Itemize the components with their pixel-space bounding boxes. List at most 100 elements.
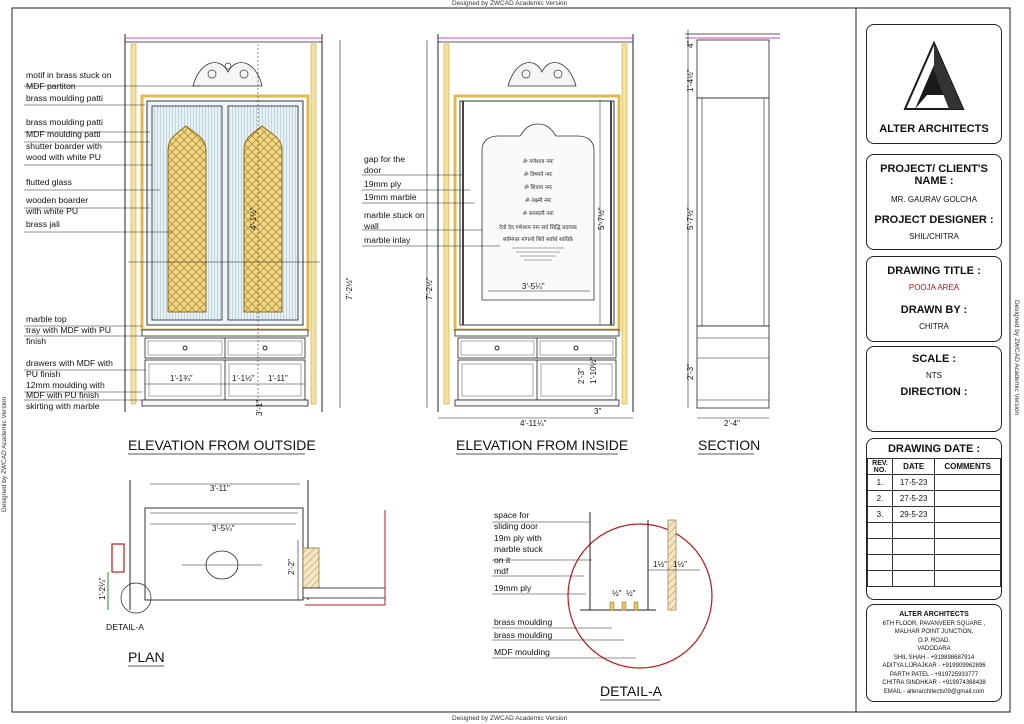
dim-plan-w1: 3'-11" (210, 484, 230, 493)
contact-address-3: O.P. ROAD, (918, 637, 950, 644)
mantra-line-7: सर्वमंगल मांगल्ये शिवे सर्वार्थ साधिके (503, 236, 574, 243)
detail-label-sliding: sliding door (494, 521, 538, 531)
table-row: 1. 17-5-23 (867, 474, 1001, 491)
contact-firm: ALTER ARCHITECTS (899, 611, 969, 618)
contact-phone-4: CHITRA SINDHKAR - +919974368438 (882, 680, 986, 686)
label-marble-stuck-2: wall (363, 221, 379, 231)
label-gap-door-2: door (364, 165, 381, 175)
rev-comments (934, 506, 1001, 523)
dim-sec-top: 4" (686, 41, 695, 48)
label-wooden-border-2: with white PU (25, 206, 78, 216)
label-brass-jali: brass jali (26, 219, 60, 229)
title-plan: PLAN (128, 649, 165, 665)
dim-det-1: 1½" (653, 560, 667, 569)
drawn-by-value: CHITRA (919, 322, 949, 331)
title-detail-a: DETAIL-A (600, 683, 663, 699)
client-heading: PROJECT/ CLIENT'S NAME : (880, 163, 988, 187)
label-drawers: drawers with MDF with (26, 358, 113, 368)
dim-sec-h2: 5'-7½" (686, 207, 695, 230)
alter-architects-logo-icon (903, 40, 965, 110)
col-date: DATE (891, 458, 936, 475)
label-wooden-border: wooden boarder (25, 195, 88, 205)
mantra-line-3: ॐ शिवाय नमः (524, 184, 553, 191)
drawn-by-heading: DRAWN BY : (900, 304, 968, 316)
contact-panel: ALTER ARCHITECTS 6TH FLOOR, PAVANVEER SQ… (866, 604, 1002, 702)
rev-date: 27-5-23 (891, 490, 936, 507)
label-mdf-moulding: MDF moulding patti (26, 129, 101, 139)
label-moulding-2: MDF with PU finish (26, 390, 99, 400)
label-mdf-partition: MDF partiton (26, 81, 76, 91)
drawing-title-heading: DRAWING TITLE : (887, 265, 981, 277)
detail-label-on-it: on it (494, 555, 511, 565)
firm-name: ALTER ARCHITECTS (879, 123, 989, 135)
dim-in-right: 5'-7½" (597, 207, 606, 230)
date-panel: DRAWING DATE : REV. NO. DATE COMMENTS 1.… (866, 438, 1002, 600)
dim-in-marble: 3'-5¼" (522, 282, 545, 291)
label-gap-door: gap for the (364, 154, 405, 164)
table-row (867, 554, 1001, 571)
table-row (867, 538, 1001, 555)
drawing-panel: DRAWING TITLE : POOJA AREA DRAWN BY : CH… (866, 256, 1002, 342)
label-fluted-glass: flutted glass (26, 177, 72, 187)
label-skirting: skirting with marble (26, 401, 100, 411)
dim-out-top: 4'-1½" (249, 207, 258, 230)
table-row: 2. 27-5-23 (867, 490, 1001, 507)
rev-comments (934, 474, 1001, 491)
label-shutter-border-2: wood with white PU (25, 152, 101, 162)
label-drawers-2: PU finish (26, 369, 61, 379)
revision-table: REV. NO. DATE COMMENTS 1. 17-5-23 2. 27-… (867, 458, 1001, 587)
label-19mm-marble: 19mm marble (364, 192, 417, 202)
scale-value: NTS (926, 371, 942, 380)
label-marble-inlay: marble inlay (364, 235, 411, 245)
dim-in-height: 7'-2½" (425, 277, 434, 300)
label-marble-stuck: marble stuck on (364, 210, 425, 220)
dim-det-3: ½" (612, 589, 622, 598)
mantra-line-5: ॐ सरस्वत्यै नमः (522, 210, 554, 217)
contact-email: EMAIL - alterarchitects09@gmail.com (883, 688, 985, 695)
dim-out-w2: 1'-1½" (232, 374, 255, 383)
scale-heading: SCALE : (912, 353, 956, 365)
logo-panel: ALTER ARCHITECTS (866, 24, 1002, 144)
mantra-line-4: ॐ लक्ष्म्यै नमः (525, 197, 552, 204)
label-moulding: 12mm moulding with (26, 380, 105, 390)
dim-in-low2: 1'-10½" (589, 357, 598, 384)
rev-comments (934, 490, 1001, 507)
rev-no: 1. (867, 474, 893, 491)
rev-no: 3. (867, 506, 893, 523)
mantra-line-2: ॐ विष्णवे नमः (524, 171, 554, 178)
contact-phone-1: SHIL SHAH - +919898687914 (893, 654, 975, 661)
detail-label-19mm-ply: 19mm ply (494, 583, 532, 593)
designer-heading: PROJECT DESIGNER : (874, 214, 994, 226)
col-rev: REV. NO. (867, 458, 893, 475)
section-view (685, 30, 780, 419)
title-elevation-inside: ELEVATION FROM INSIDE (456, 437, 628, 453)
dim-out-w1: 1'-1¾" (170, 374, 193, 383)
dim-plan-side: 1'-2¼" (98, 577, 107, 600)
direction-heading: DIRECTION : (900, 386, 968, 398)
dim-in-width: 4'-11¼" (520, 419, 547, 428)
label-19mm-ply: 19mm ply (364, 179, 402, 189)
designer-name: SHIL/CHITRA (909, 232, 959, 241)
dim-out-height: 7'-2½" (345, 277, 354, 300)
title-elevation-outside: ELEVATION FROM OUTSIDE (128, 437, 316, 453)
dim-plan-w2: 3'-5¼" (212, 524, 235, 533)
detail-label-mdf-moulding: MDF moulding (494, 647, 550, 657)
detail-label-mdf: mdf (494, 566, 509, 576)
label-brass-moulding-1: brass moulding patti (26, 93, 103, 103)
title-section: SECTION (698, 437, 760, 453)
dim-sec-h1: 1'-4½" (686, 69, 695, 92)
mantra-line-1: ॐ गणेशाय नमः (523, 158, 555, 165)
dim-sec-w: 2'-4" (724, 419, 740, 428)
detail-label-19m: 19m ply with (494, 533, 542, 543)
plan-view (107, 480, 386, 614)
detail-label-brass-1: brass moulding (494, 617, 552, 627)
dim-out-w3: 1'-11" (268, 374, 288, 383)
dim-in-low1: 2'-3" (577, 368, 586, 384)
project-panel: PROJECT/ CLIENT'S NAME : MR. GAURAV GOLC… (866, 154, 1002, 250)
detail-label-marble-stuck: marble stuck (494, 544, 543, 554)
dim-out-base: 3'-1" (255, 400, 264, 416)
table-row (867, 522, 1001, 539)
label-motif: motif in brass stuck on (26, 70, 112, 80)
rev-date: 29-5-23 (891, 506, 936, 523)
label-tray-2: finish (26, 336, 46, 346)
